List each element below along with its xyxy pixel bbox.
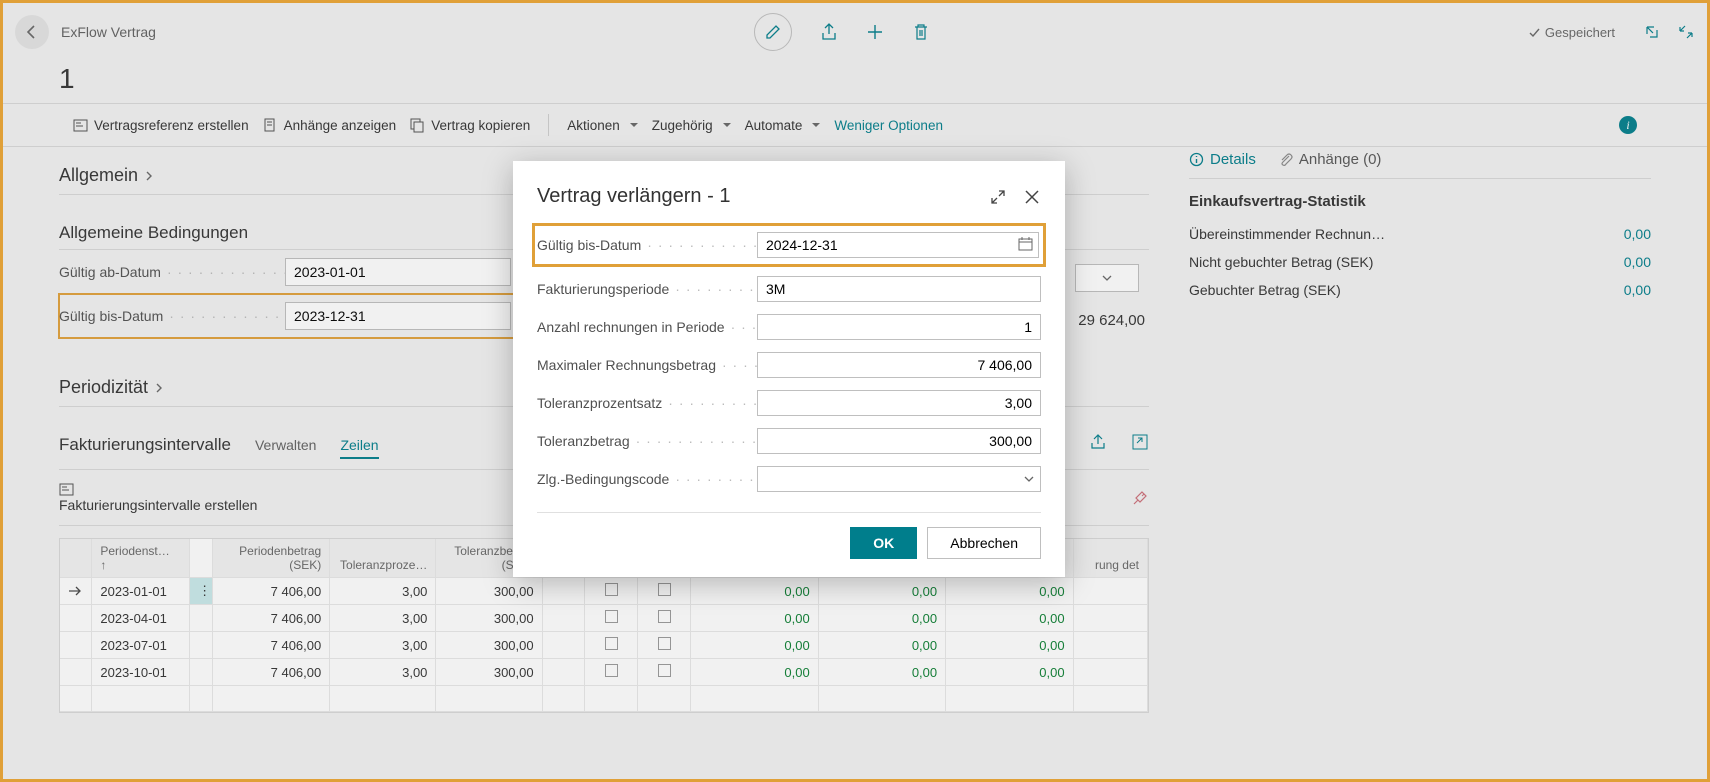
less-options-link[interactable]: Weniger Optionen	[834, 118, 943, 133]
actions-menu[interactable]: Aktionen	[567, 118, 638, 133]
dialog-tol-amount-row: Toleranzbetrag	[537, 422, 1041, 460]
stat-matched-invoice: Übereinstimmender Rechnun… 0,00	[1189, 220, 1651, 248]
dialog-ok-button[interactable]: OK	[850, 527, 917, 559]
share-lines-icon[interactable]	[1089, 433, 1107, 451]
dialog-max-invoice-row: Maximaler Rechnungsbetrag	[537, 346, 1041, 384]
related-menu[interactable]: Zugehörig	[652, 118, 731, 133]
popout-icon[interactable]	[1643, 23, 1661, 41]
show-attachments-action[interactable]: Anhänge anzeigen	[263, 118, 397, 133]
dialog-max-invoice-input[interactable]	[757, 352, 1041, 378]
dialog-billing-period-row: Fakturierungsperiode	[537, 270, 1041, 308]
valid-to-label: Gültig bis-Datum	[59, 308, 285, 324]
dialog-payment-terms-dropdown[interactable]	[757, 466, 1041, 492]
dialog-valid-to-row: Gültig bis-Datum	[537, 228, 1041, 262]
dialog-close-icon[interactable]	[1023, 188, 1041, 206]
info-badge-icon[interactable]: i	[1619, 116, 1637, 134]
header-action-bar	[754, 13, 930, 51]
dialog-tol-amount-input[interactable]	[757, 428, 1041, 454]
dialog-num-invoices-row: Anzahl rechnungen in Periode	[537, 308, 1041, 346]
dialog-num-invoices-input[interactable]	[757, 314, 1041, 340]
create-reference-action[interactable]: Vertragsreferenz erstellen	[73, 118, 249, 133]
valid-from-row: Gültig ab-Datum	[59, 250, 519, 294]
dialog-expand-icon[interactable]	[989, 188, 1007, 206]
page-header: ExFlow Vertrag Gespeichert	[3, 3, 1707, 61]
stat-posted-amount: Gebuchter Betrag (SEK) 0,00	[1189, 276, 1651, 304]
factbox-tab-attachments[interactable]: Anhänge (0)	[1278, 151, 1382, 168]
automate-menu[interactable]: Automate	[745, 118, 821, 133]
dialog-payment-terms-row: Zlg.-Bedingungscode	[537, 460, 1041, 498]
expand-lines-icon[interactable]	[1131, 433, 1149, 451]
stats-title: Einkaufsvertrag-Statistik	[1189, 179, 1651, 220]
table-row-empty[interactable]	[60, 686, 1148, 712]
valid-from-label: Gültig ab-Datum	[59, 264, 285, 280]
dialog-tol-pct-row: Toleranzprozentsatz	[537, 384, 1041, 422]
table-row[interactable]: 2023-04-017 406,003,00300,000,000,000,00	[60, 605, 1148, 632]
currency-dropdown[interactable]	[1075, 264, 1139, 292]
dialog-title: Vertrag verlängern - 1	[537, 185, 730, 208]
col-rung[interactable]: rung det	[1073, 539, 1147, 578]
dialog-tol-pct-input[interactable]	[757, 390, 1041, 416]
copy-contract-action[interactable]: Vertrag kopieren	[410, 118, 530, 133]
col-tol-pct[interactable]: Toleranzproze…	[330, 539, 436, 578]
factbox-tab-details[interactable]: Details	[1189, 151, 1256, 168]
extend-contract-dialog: Vertrag verlängern - 1 Gültig bis-Datum	[513, 161, 1065, 577]
tab-manage[interactable]: Verwalten	[255, 437, 316, 453]
page-title: ExFlow Vertrag	[61, 24, 156, 40]
factbox-panel: Details Anhänge (0) Einkaufsvertrag-Stat…	[1189, 147, 1651, 713]
edit-button[interactable]	[754, 13, 792, 51]
tab-lines[interactable]: Zeilen	[340, 437, 378, 459]
action-toolbar: Vertragsreferenz erstellen Anhänge anzei…	[3, 103, 1707, 147]
dialog-cancel-button[interactable]: Abbrechen	[927, 527, 1041, 559]
collapse-icon[interactable]	[1677, 23, 1695, 41]
dialog-valid-to-input[interactable]	[757, 232, 1039, 258]
delete-icon[interactable]	[912, 23, 930, 41]
billing-intervals-title: Fakturierungsintervalle	[59, 435, 231, 455]
table-row[interactable]: 2023-10-017 406,003,00300,000,000,000,00	[60, 659, 1148, 686]
stat-unposted-amount: Nicht gebuchter Betrag (SEK) 0,00	[1189, 248, 1651, 276]
personalize-icon[interactable]	[1131, 489, 1149, 507]
dialog-billing-period-input[interactable]	[757, 276, 1041, 302]
table-row[interactable]: 2023-01-01⋮7 406,003,00300,000,000,000,0…	[60, 578, 1148, 605]
valid-to-row: Gültig bis-Datum	[59, 294, 519, 338]
new-icon[interactable]	[866, 23, 884, 41]
back-button[interactable]	[15, 15, 49, 49]
valid-to-input[interactable]	[285, 302, 511, 330]
valid-from-input[interactable]	[285, 258, 511, 286]
create-intervals-action[interactable]: Fakturierungsintervalle erstellen	[59, 482, 257, 513]
col-period-start[interactable]: Periodenst…↑	[92, 539, 190, 578]
saved-status: Gespeichert	[1528, 25, 1615, 40]
record-number: 1	[3, 61, 1707, 103]
col-period-amount[interactable]: Periodenbetrag (SEK)	[213, 539, 330, 578]
share-icon[interactable]	[820, 23, 838, 41]
table-row[interactable]: 2023-07-017 406,003,00300,000,000,000,00	[60, 632, 1148, 659]
